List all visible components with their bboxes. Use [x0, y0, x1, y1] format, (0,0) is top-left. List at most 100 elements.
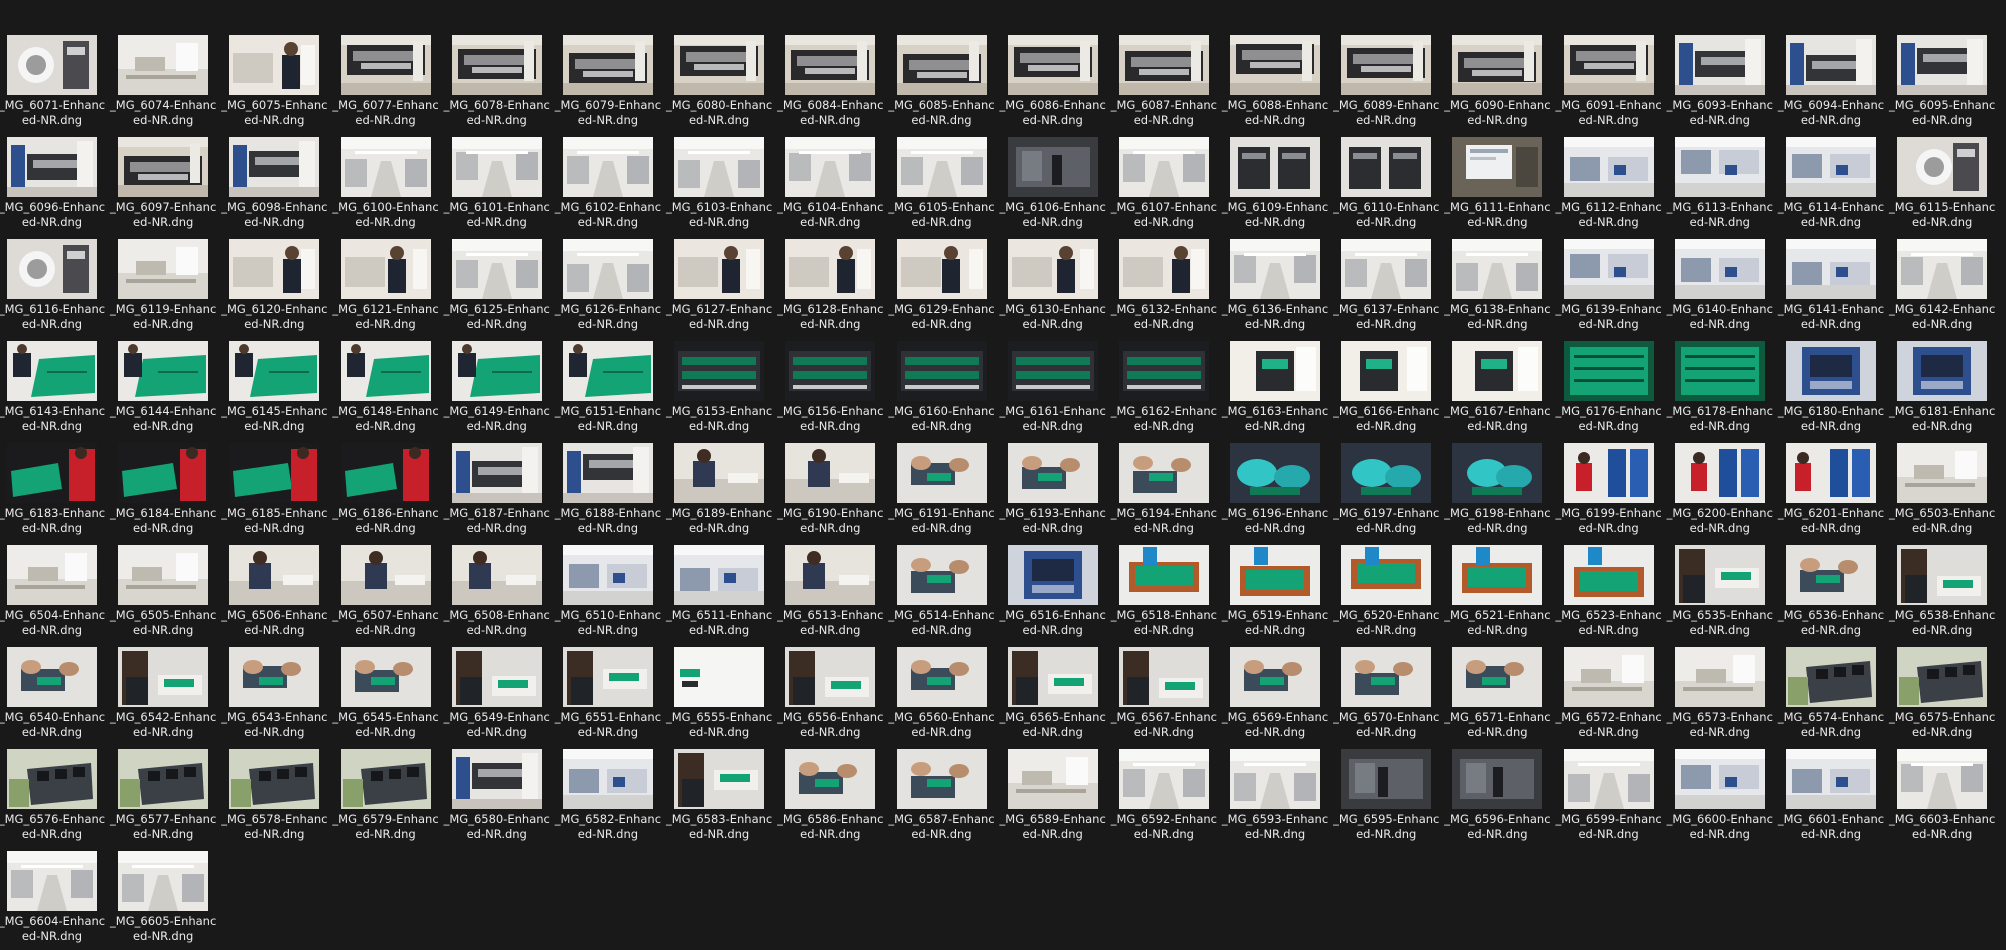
- file-tile[interactable]: _MG_6100-Enhanced-NR.dng: [332, 134, 448, 236]
- file-thumbnail[interactable]: [1452, 749, 1543, 809]
- file-tile[interactable]: _MG_6579-Enhanced-NR.dng: [332, 746, 448, 848]
- file-thumbnail[interactable]: [1230, 239, 1321, 299]
- file-thumbnail[interactable]: [1674, 545, 1765, 605]
- file-thumbnail[interactable]: [1563, 749, 1654, 809]
- file-thumbnail[interactable]: [7, 35, 97, 95]
- file-thumbnail[interactable]: [1897, 647, 1988, 707]
- file-thumbnail[interactable]: [1007, 137, 1098, 197]
- file-thumbnail[interactable]: [229, 35, 320, 95]
- file-thumbnail[interactable]: [7, 749, 97, 809]
- file-thumbnail[interactable]: [1897, 545, 1988, 605]
- file-tile[interactable]: _MG_6185-Enhanced-NR.dng: [221, 440, 336, 542]
- file-tile[interactable]: _MG_6086-Enhanced-NR.dng: [1000, 32, 1115, 134]
- file-tile[interactable]: _MG_6595-Enhanced-NR.dng: [1333, 746, 1448, 848]
- file-tile[interactable]: _MG_6105-Enhanced-NR.dng: [888, 134, 1004, 236]
- file-tile[interactable]: _MG_6136-Enhanced-NR.dng: [1222, 236, 1337, 338]
- file-tile[interactable]: _MG_6156-Enhanced-NR.dng: [777, 338, 892, 440]
- file-tile[interactable]: _MG_6184-Enhanced-NR.dng: [110, 440, 225, 542]
- file-tile[interactable]: _MG_6578-Enhanced-NR.dng: [221, 746, 336, 848]
- file-thumbnail[interactable]: [1230, 137, 1321, 197]
- file-thumbnail[interactable]: [118, 443, 209, 503]
- file-tile[interactable]: _MG_6138-Enhanced-NR.dng: [1444, 236, 1559, 338]
- file-thumbnail[interactable]: [1007, 341, 1098, 401]
- file-tile[interactable]: _MG_6592-Enhanced-NR.dng: [1111, 746, 1226, 848]
- file-thumbnail[interactable]: [340, 341, 431, 401]
- file-thumbnail[interactable]: [1674, 35, 1765, 95]
- file-tile[interactable]: _MG_6126-Enhanced-NR.dng: [555, 236, 670, 338]
- file-tile[interactable]: _MG_6570-Enhanced-NR.dng: [1333, 644, 1448, 746]
- file-thumbnail[interactable]: [340, 647, 431, 707]
- file-tile[interactable]: _MG_6166-Enhanced-NR.dng: [1333, 338, 1448, 440]
- file-tile[interactable]: _MG_6116-Enhanced-NR.dng: [0, 236, 114, 338]
- file-tile[interactable]: _MG_6074-Enhanced-NR.dng: [110, 32, 225, 134]
- file-tile[interactable]: _MG_6180-Enhanced-NR.dng: [1778, 338, 1893, 440]
- file-thumbnail[interactable]: [1452, 35, 1543, 95]
- file-tile[interactable]: _MG_6128-Enhanced-NR.dng: [777, 236, 892, 338]
- file-tile[interactable]: _MG_6197-Enhanced-NR.dng: [1333, 440, 1448, 542]
- file-thumbnail[interactable]: [7, 239, 97, 299]
- file-thumbnail[interactable]: [1007, 239, 1098, 299]
- file-tile[interactable]: _MG_6514-Enhanced-NR.dng: [888, 542, 1004, 644]
- file-tile[interactable]: _MG_6144-Enhanced-NR.dng: [110, 338, 225, 440]
- file-tile[interactable]: _MG_6101-Enhanced-NR.dng: [444, 134, 559, 236]
- file-tile[interactable]: _MG_6599-Enhanced-NR.dng: [1555, 746, 1671, 848]
- file-tile[interactable]: _MG_6519-Enhanced-NR.dng: [1222, 542, 1337, 644]
- file-tile[interactable]: _MG_6183-Enhanced-NR.dng: [0, 440, 114, 542]
- file-thumbnail[interactable]: [1230, 749, 1321, 809]
- file-thumbnail[interactable]: [451, 137, 542, 197]
- file-thumbnail[interactable]: [1897, 137, 1988, 197]
- file-thumbnail[interactable]: [785, 443, 876, 503]
- file-tile[interactable]: _MG_6600-Enhanced-NR.dng: [1667, 746, 1782, 848]
- file-tile[interactable]: _MG_6574-Enhanced-NR.dng: [1778, 644, 1893, 746]
- file-thumbnail[interactable]: [1563, 35, 1654, 95]
- file-thumbnail[interactable]: [7, 341, 97, 401]
- file-thumbnail[interactable]: [1118, 443, 1209, 503]
- file-thumbnail[interactable]: [1563, 341, 1654, 401]
- file-tile[interactable]: _MG_6573-Enhanced-NR.dng: [1667, 644, 1782, 746]
- file-thumbnail[interactable]: [785, 35, 876, 95]
- file-tile[interactable]: _MG_6148-Enhanced-NR.dng: [332, 338, 448, 440]
- file-tile[interactable]: _MG_6198-Enhanced-NR.dng: [1444, 440, 1559, 542]
- file-tile[interactable]: _MG_6119-Enhanced-NR.dng: [110, 236, 225, 338]
- file-thumbnail[interactable]: [1786, 647, 1876, 707]
- file-tile[interactable]: _MG_6085-Enhanced-NR.dng: [888, 32, 1004, 134]
- file-thumbnail[interactable]: [1786, 749, 1876, 809]
- file-tile[interactable]: _MG_6137-Enhanced-NR.dng: [1333, 236, 1448, 338]
- file-tile[interactable]: _MG_6110-Enhanced-NR.dng: [1333, 134, 1448, 236]
- file-thumbnail[interactable]: [1563, 647, 1654, 707]
- file-tile[interactable]: _MG_6200-Enhanced-NR.dng: [1667, 440, 1782, 542]
- file-tile[interactable]: _MG_6140-Enhanced-NR.dng: [1667, 236, 1782, 338]
- file-tile[interactable]: _MG_6163-Enhanced-NR.dng: [1222, 338, 1337, 440]
- file-thumbnail[interactable]: [896, 239, 987, 299]
- file-tile[interactable]: _MG_6560-Enhanced-NR.dng: [888, 644, 1004, 746]
- file-thumbnail[interactable]: [1452, 443, 1543, 503]
- file-thumbnail[interactable]: [1786, 239, 1876, 299]
- file-tile[interactable]: _MG_6506-Enhanced-NR.dng: [221, 542, 336, 644]
- file-tile[interactable]: _MG_6095-Enhanced-NR.dng: [1889, 32, 2004, 134]
- file-tile[interactable]: _MG_6201-Enhanced-NR.dng: [1778, 440, 1893, 542]
- file-thumbnail[interactable]: [340, 137, 431, 197]
- file-tile[interactable]: _MG_6565-Enhanced-NR.dng: [1000, 644, 1115, 746]
- file-tile[interactable]: _MG_6075-Enhanced-NR.dng: [221, 32, 336, 134]
- file-thumbnail[interactable]: [562, 137, 653, 197]
- file-tile[interactable]: _MG_6196-Enhanced-NR.dng: [1222, 440, 1337, 542]
- file-tile[interactable]: _MG_6160-Enhanced-NR.dng: [888, 338, 1004, 440]
- file-thumbnail[interactable]: [118, 137, 209, 197]
- file-thumbnail[interactable]: [562, 749, 653, 809]
- file-tile[interactable]: _MG_6504-Enhanced-NR.dng: [0, 542, 114, 644]
- file-thumbnail[interactable]: [1786, 545, 1876, 605]
- file-thumbnail[interactable]: [1341, 749, 1432, 809]
- file-thumbnail[interactable]: [1897, 443, 1988, 503]
- file-tile[interactable]: _MG_6603-Enhanced-NR.dng: [1889, 746, 2004, 848]
- file-tile[interactable]: _MG_6167-Enhanced-NR.dng: [1444, 338, 1559, 440]
- file-tile[interactable]: _MG_6142-Enhanced-NR.dng: [1889, 236, 2004, 338]
- file-thumbnail[interactable]: [562, 239, 653, 299]
- file-thumbnail[interactable]: [1563, 443, 1654, 503]
- file-tile[interactable]: _MG_6125-Enhanced-NR.dng: [444, 236, 559, 338]
- file-tile[interactable]: _MG_6078-Enhanced-NR.dng: [444, 32, 559, 134]
- file-thumbnail[interactable]: [562, 341, 653, 401]
- file-tile[interactable]: _MG_6102-Enhanced-NR.dng: [555, 134, 670, 236]
- file-thumbnail[interactable]: [785, 749, 876, 809]
- file-thumbnail[interactable]: [1118, 749, 1209, 809]
- file-tile[interactable]: _MG_6508-Enhanced-NR.dng: [444, 542, 559, 644]
